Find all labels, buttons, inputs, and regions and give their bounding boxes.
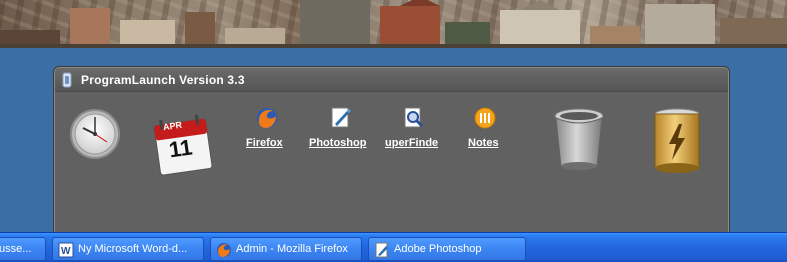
taskbar-button-label: Adobe Photoshop [394,243,482,255]
word-icon: W [58,242,74,258]
photoshop-label[interactable]: Photoshop [309,137,366,149]
trash-can-icon[interactable] [551,106,607,174]
photoshop-icon[interactable] [329,106,353,130]
window-titlebar[interactable]: ProgramLaunch Version 3.3 [55,68,728,92]
taskbar-button-photoshop[interactable]: Adobe Photoshop [368,237,526,261]
firefox-icon [217,243,231,257]
firefox-label[interactable]: Firefox [246,137,283,149]
program-launch-window: ProgramLaunch Version 3.3 APR 11 Firefox [54,67,729,237]
city-rooftops-image [0,0,787,48]
superfinder-icon[interactable] [402,106,426,130]
battery-charging-icon[interactable] [645,106,709,174]
notes-label[interactable]: Notes [468,137,499,149]
taskbar-button-word[interactable]: W Ny Microsoft Word-d... [52,237,204,261]
superfinder-label[interactable]: uperFinde [385,137,438,149]
svg-text:W: W [61,246,71,257]
window-title: ProgramLaunch Version 3.3 [81,73,245,87]
analog-clock-icon[interactable] [69,108,121,160]
firefox-icon[interactable] [255,106,279,130]
taskbar-button-label: usse... [0,243,32,255]
taskbar-button-firefox[interactable]: Admin - Mozilla Firefox [210,237,362,261]
taskbar-button-partial[interactable]: usse... [0,237,46,261]
photoshop-icon [375,242,388,258]
notes-icon[interactable] [473,106,497,130]
taskbar-button-label: Ny Microsoft Word-d... [78,243,188,255]
calendar-day: 11 [167,134,194,163]
windows-taskbar: usse... W Ny Microsoft Word-d... Admin -… [0,232,787,262]
app-logo-icon [62,72,72,88]
desktop-wallpaper-photo [0,0,787,48]
taskbar-button-label: Admin - Mozilla Firefox [236,243,348,255]
